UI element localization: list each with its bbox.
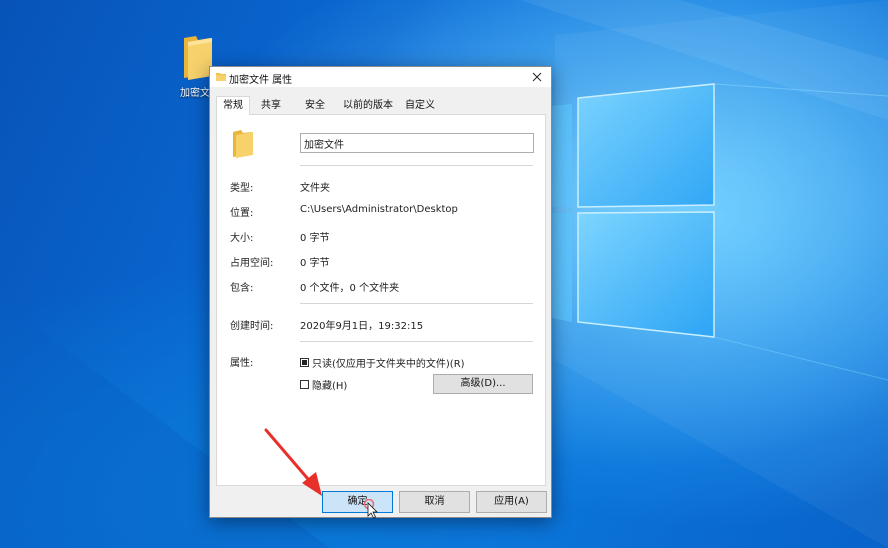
- cancel-button[interactable]: 取消: [399, 491, 470, 513]
- readonly-checkbox[interactable]: 只读(仅应用于文件夹中的文件)(R): [300, 355, 465, 370]
- disk-size-label: 占用空间:: [230, 258, 274, 269]
- location-value: C:\Users\Administrator\Desktop: [300, 204, 458, 215]
- ok-button[interactable]: 确定: [322, 491, 393, 513]
- tab-security[interactable]: 安全: [298, 98, 332, 114]
- readonly-checkbox-label: 只读(仅应用于文件夹中的文件)(R): [312, 358, 465, 370]
- location-label: 位置:: [230, 208, 254, 219]
- folder-name-input[interactable]: [300, 133, 534, 153]
- created-label: 创建时间:: [230, 321, 274, 332]
- tab-customize[interactable]: 自定义: [400, 98, 440, 114]
- separator: [300, 341, 533, 342]
- desktop-folder-label: 加密文: [180, 88, 210, 99]
- type-value: 文件夹: [300, 183, 330, 194]
- size-label: 大小:: [230, 233, 254, 244]
- advanced-button[interactable]: 高级(D)...: [433, 374, 533, 394]
- hidden-checkbox-label: 隐藏(H): [312, 380, 348, 392]
- type-label: 类型:: [230, 183, 254, 194]
- size-value: 0 字节: [300, 233, 330, 244]
- folder-icon: [233, 130, 253, 158]
- tab-sharing[interactable]: 共享: [254, 98, 288, 114]
- separator: [300, 303, 533, 304]
- general-tab-panel: 类型: 文件夹 位置: C:\Users\Administrator\Deskt…: [216, 114, 546, 486]
- hidden-checkbox-box[interactable]: [300, 379, 309, 389]
- created-value: 2020年9月1日，19:32:15: [300, 321, 424, 332]
- tab-strip: 常规 共享 安全 以前的版本 自定义: [216, 96, 546, 115]
- dialog-title: 加密文件 属性: [229, 75, 293, 86]
- mouse-cursor-icon: [364, 499, 378, 519]
- dialog-titlebar[interactable]: 加密文件 属性: [210, 67, 551, 87]
- contains-value: 0 个文件，0 个文件夹: [300, 283, 400, 294]
- tab-general[interactable]: 常规: [216, 96, 250, 115]
- hidden-checkbox[interactable]: 隐藏(H): [300, 377, 348, 392]
- contains-label: 包含:: [230, 283, 254, 294]
- close-icon[interactable]: [529, 69, 545, 85]
- disk-size-value: 0 字节: [300, 258, 330, 269]
- tab-previous-versions[interactable]: 以前的版本: [340, 98, 396, 114]
- readonly-checkbox-box[interactable]: [300, 357, 309, 367]
- separator: [300, 165, 533, 166]
- attributes-label: 属性:: [230, 358, 254, 369]
- apply-button[interactable]: 应用(A): [476, 491, 547, 513]
- folder-icon: [216, 73, 226, 81]
- properties-dialog: 加密文件 属性 常规 共享 安全 以前的版本 自定义 类型: 文件夹 位置: C…: [209, 66, 552, 518]
